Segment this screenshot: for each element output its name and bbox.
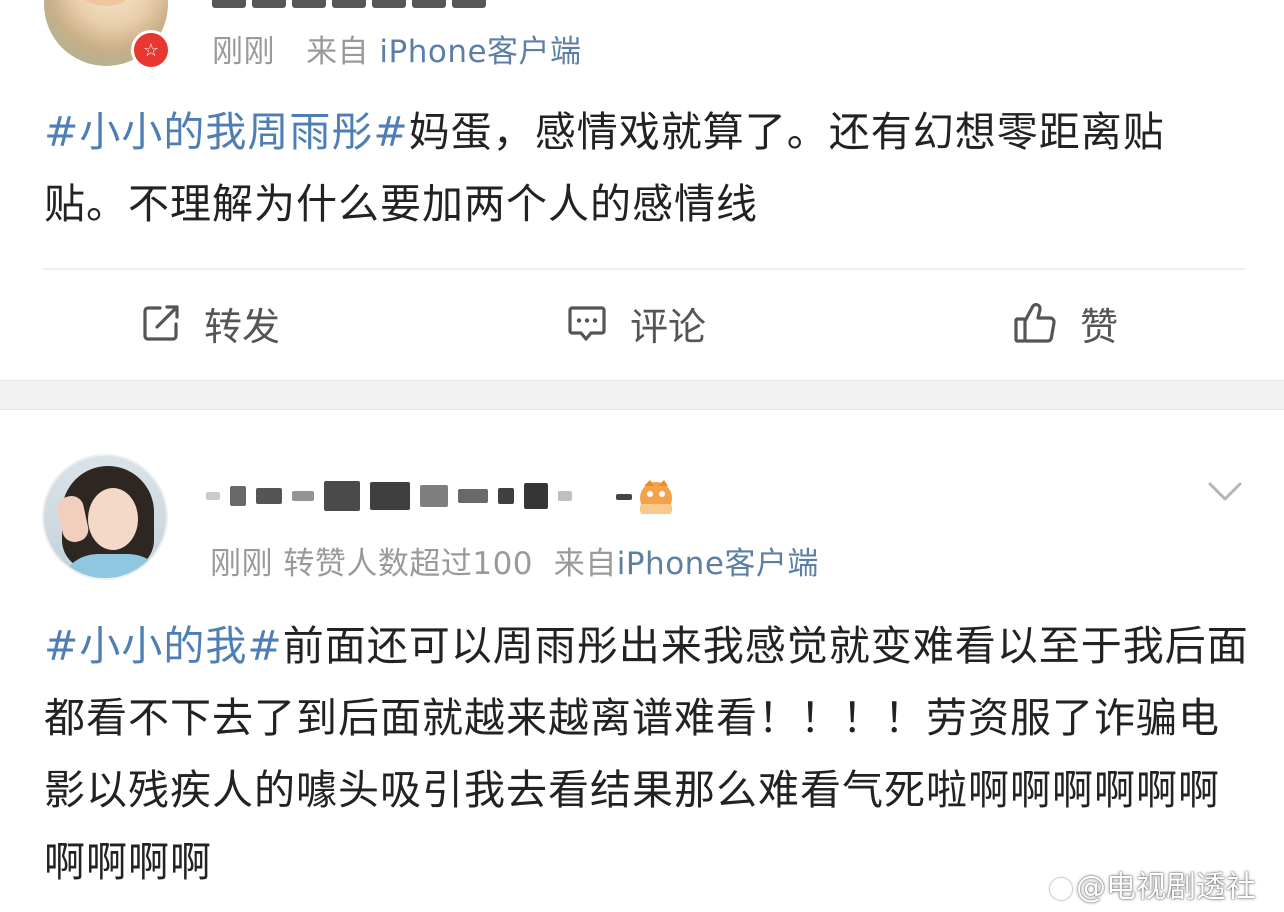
post-card-1: ☆ 刚刚 来自 iPhone客户端 #小小的我周雨彤#妈蛋，感情戏就算了。还有幻… [0,0,1284,380]
member-badge-icon [616,480,672,514]
post-meta: 刚刚 来自 iPhone客户端 [212,26,582,71]
source-prefix: 来自 [306,34,370,70]
username-masked[interactable] [206,476,582,516]
comment-label: 评论 [630,304,707,349]
verified-badge-icon: ☆ [131,30,171,70]
repost-button[interactable]: 转发 [140,290,280,356]
chevron-down-icon[interactable] [1204,470,1246,512]
post-card-2: 刚刚 转赞人数超过100 来自iPhone客户端 #小小的我#前面还可以周雨彤出… [0,410,1284,912]
avatar[interactable] [42,454,168,580]
thumbs-up-icon [1014,303,1056,343]
watermark-text: @电视剧透社 [1076,870,1256,905]
post-time: 刚刚 [212,34,275,70]
post-text: #小小的我周雨彤#妈蛋，感情戏就算了。还有幻想零距离贴贴。不理解为什么要加两个人… [44,96,1244,240]
watermark: @电视剧透社 [1050,862,1256,906]
post-source[interactable]: iPhone客户端 [379,34,581,70]
weibo-feed: ☆ 刚刚 来自 iPhone客户端 #小小的我周雨彤#妈蛋，感情戏就算了。还有幻… [0,0,1284,912]
source-prefix: 来自 [553,546,617,582]
post-source[interactable]: iPhone客户端 [617,546,819,582]
feed-separator [0,380,1284,410]
repost-label: 转发 [204,304,281,349]
comment-button[interactable]: 评论 [566,290,706,356]
post-meta: 刚刚 转赞人数超过100 来自iPhone客户端 [210,538,819,583]
watermark-logo-icon [1050,877,1072,900]
post-time: 刚刚 [210,546,273,582]
like-button[interactable]: 赞 [1012,290,1118,356]
comment-icon [568,306,606,341]
post-text: #小小的我#前面还可以周雨彤出来我感觉就变难看以至于我后面都看不下去了到后面就越… [44,610,1254,898]
divider [42,268,1246,270]
like-label: 赞 [1080,304,1119,349]
repost-icon [143,305,179,341]
reposts-note: 转赞人数超过100 [283,546,534,582]
action-bar: 转发 评论 赞 [0,290,1284,356]
hashtag-link[interactable]: #小小的我# [44,622,283,670]
username-cropped[interactable] [212,0,572,8]
hashtag-link[interactable]: #小小的我周雨彤# [44,108,409,156]
